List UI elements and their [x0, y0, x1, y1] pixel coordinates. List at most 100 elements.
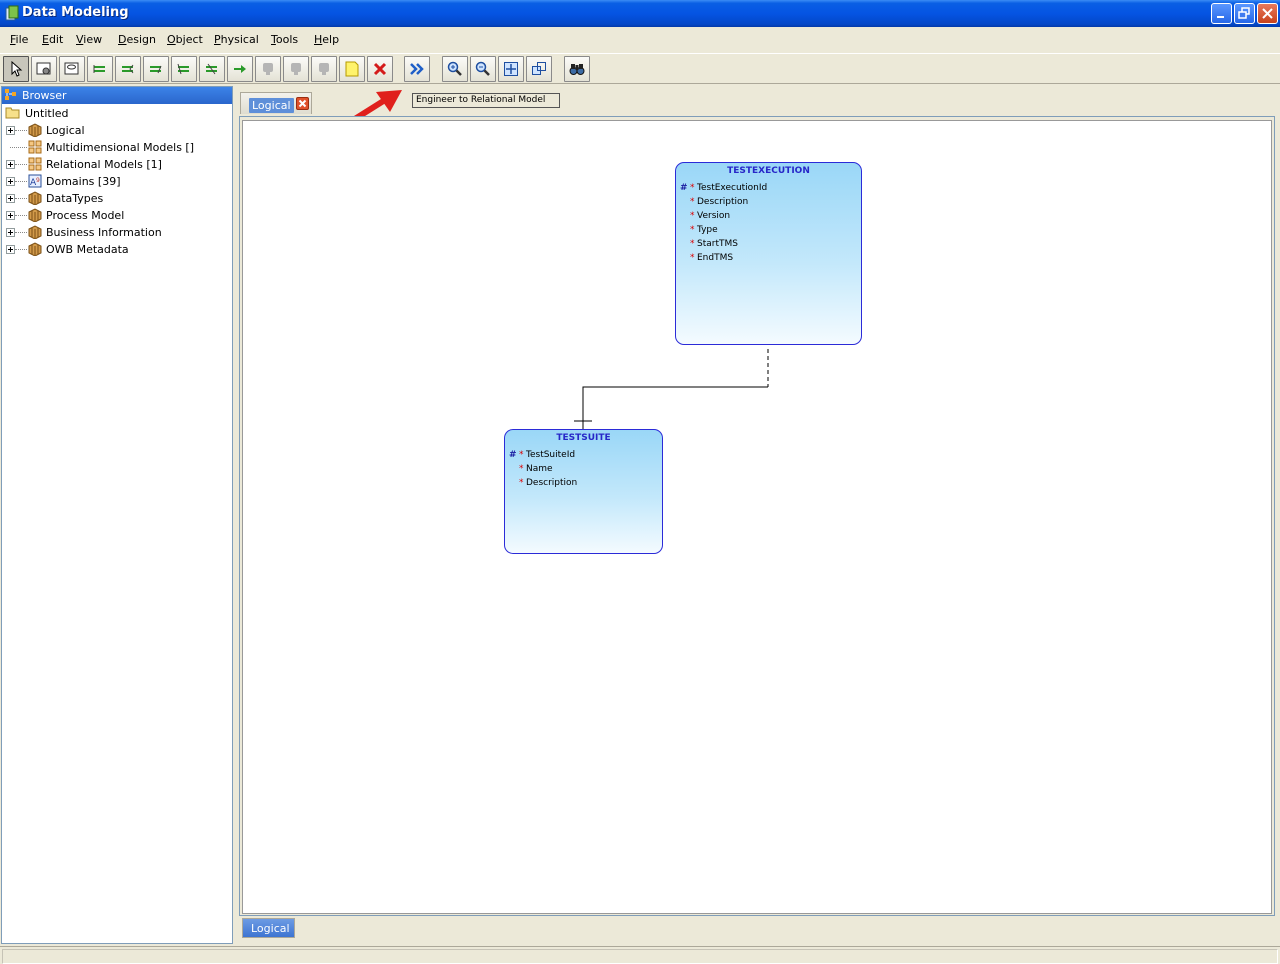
expand-icon[interactable]: [6, 228, 15, 237]
delete-x-icon: [373, 62, 387, 76]
new-view-button[interactable]: [59, 56, 85, 82]
required-marker: *: [519, 450, 524, 460]
tree-item-label: Domains [39]: [46, 175, 121, 188]
new-relation-1-n-button[interactable]: [115, 56, 141, 82]
folder-open-icon: [5, 107, 20, 119]
tree-item-multidimensional-models[interactable]: Multidimensional Models []: [6, 139, 231, 156]
minimize-icon: [1217, 16, 1224, 18]
primary-key-marker: #: [509, 450, 517, 460]
menu-file[interactable]: File: [10, 33, 28, 46]
menu-tools[interactable]: Tools: [271, 33, 298, 46]
disabled-tool-2-button[interactable]: [283, 56, 309, 82]
engineer-to-relational-button[interactable]: [404, 56, 430, 82]
attribute-name: Description: [526, 478, 578, 488]
tree-item-owb-metadata[interactable]: OWB Metadata: [6, 241, 231, 258]
expand-icon[interactable]: [6, 245, 15, 254]
attribute-name: Type: [697, 225, 718, 235]
new-subtype-button[interactable]: [199, 56, 225, 82]
find-button[interactable]: [564, 56, 590, 82]
close-icon: [1262, 8, 1273, 19]
note-icon: [345, 61, 359, 77]
browser-panel: Browser Untitled Logical Multidimensiona…: [1, 86, 233, 944]
new-note-button[interactable]: [339, 56, 365, 82]
zoom-in-button[interactable]: [442, 56, 468, 82]
tree-item-relational-models[interactable]: Relational Models [1]: [6, 156, 231, 173]
menu-physical[interactable]: Physical: [214, 33, 259, 46]
new-arc-button[interactable]: [171, 56, 197, 82]
attribute-name: Description: [697, 197, 749, 207]
browser-header: Browser: [2, 87, 232, 104]
select-tool-button[interactable]: [3, 56, 29, 82]
title-bar: Data Modeling: [0, 0, 1280, 27]
tree-item-label: Process Model: [46, 209, 125, 222]
expand-icon[interactable]: [6, 177, 15, 186]
minimize-button[interactable]: [1211, 3, 1232, 24]
required-marker: *: [690, 211, 695, 221]
primary-key-marker: #: [680, 183, 688, 193]
relation-icon: [93, 65, 105, 73]
entity-name: TESTSUITE: [556, 433, 611, 443]
menu-design[interactable]: Design: [118, 33, 156, 46]
status-bar: [0, 946, 1280, 964]
grid-icon: [28, 140, 42, 154]
restore-button[interactable]: [1234, 3, 1255, 24]
svg-text:9: 9: [36, 177, 40, 184]
disabled-tool-1-button[interactable]: [255, 56, 281, 82]
menu-edit[interactable]: Edit: [42, 33, 63, 46]
bottom-tab-logical[interactable]: Logical: [242, 918, 295, 938]
diagram-frame: TESTEXECUTION # * TestExecutionId * Desc…: [239, 116, 1275, 916]
new-relation-1-1-button[interactable]: [87, 56, 113, 82]
tree-item-label: Logical: [46, 124, 85, 137]
disabled-tool-3-button[interactable]: [311, 56, 337, 82]
package-icon: [28, 225, 42, 239]
expand-icon[interactable]: [6, 194, 15, 203]
new-flow-button[interactable]: [227, 56, 253, 82]
expand-icon[interactable]: [6, 211, 15, 220]
menu-help[interactable]: Help: [314, 33, 339, 46]
new-relation-m-n-button[interactable]: [143, 56, 169, 82]
tab-close-button[interactable]: [296, 97, 309, 110]
relation-icon: [122, 64, 134, 74]
close-icon: [298, 99, 307, 108]
fit-to-view-button[interactable]: [526, 56, 552, 82]
relation-icon: [150, 65, 162, 74]
tab-logical[interactable]: Logical: [240, 92, 312, 114]
relation-icon: [177, 63, 189, 75]
bottom-tab-label: Logical: [251, 922, 290, 935]
attribute-name: TestSuiteId: [526, 450, 576, 460]
entity-testexecution[interactable]: TESTEXECUTION # * TestExecutionId * Desc…: [675, 162, 862, 345]
attribute-name: StartTMS: [697, 239, 738, 249]
menu-object[interactable]: Object: [167, 33, 203, 46]
diagram-canvas[interactable]: TESTEXECUTION # * TestExecutionId * Desc…: [242, 120, 1272, 914]
cursor-icon: [11, 61, 23, 77]
fit-view-icon: [532, 62, 546, 75]
required-marker: *: [519, 478, 524, 488]
tree-item-business-information[interactable]: Business Information: [6, 224, 231, 241]
tree-item-process-model[interactable]: Process Model: [6, 207, 231, 224]
tree-item-label: Relational Models [1]: [46, 158, 162, 171]
tree-item-domains[interactable]: A9 Domains [39]: [6, 173, 231, 190]
disabled-object-icon: [319, 63, 329, 75]
binoculars-icon: [569, 64, 585, 75]
app-icon: [5, 5, 19, 21]
toolbar: [0, 53, 1280, 84]
menu-view[interactable]: View: [76, 33, 102, 46]
fit-screen-button[interactable]: [498, 56, 524, 82]
tree-item-datatypes[interactable]: DataTypes: [6, 190, 231, 207]
entity-name: TESTEXECUTION: [727, 166, 810, 176]
grid-icon: [28, 157, 42, 171]
browser-title: Browser: [22, 89, 67, 102]
new-entity-button[interactable]: [31, 56, 57, 82]
expand-icon[interactable]: [6, 126, 15, 135]
expand-icon[interactable]: [6, 160, 15, 169]
delete-button[interactable]: [367, 56, 393, 82]
package-icon: [28, 208, 42, 222]
close-button[interactable]: [1257, 3, 1278, 24]
zoom-out-button[interactable]: [470, 56, 496, 82]
tree-item-label: Multidimensional Models []: [46, 141, 195, 154]
entity-testsuite[interactable]: TESTSUITE # * TestSuiteId * Name * Descr…: [504, 429, 663, 554]
disabled-object-icon: [263, 63, 273, 75]
tree-item-logical[interactable]: Logical: [6, 122, 231, 139]
required-marker: *: [690, 253, 695, 263]
required-marker: *: [690, 197, 695, 207]
